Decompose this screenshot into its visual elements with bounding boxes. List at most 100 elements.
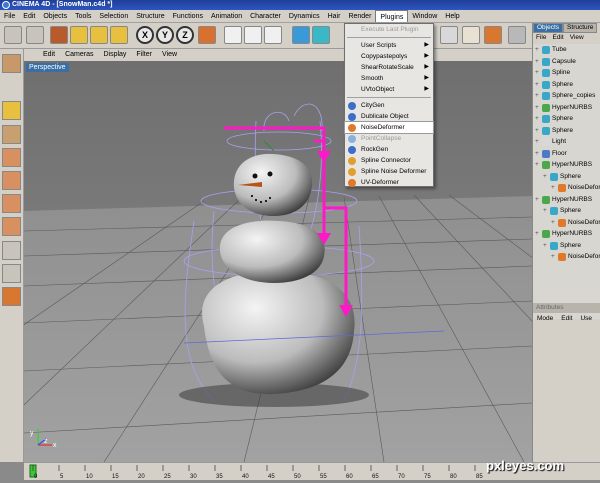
- object-list-item[interactable]: + NoiseDeformer: [533, 251, 600, 263]
- expand-toggle-icon[interactable]: +: [543, 240, 547, 252]
- scale-tool-icon[interactable]: [90, 26, 108, 44]
- plugins-item-user-scripts[interactable]: User Scripts ▶: [345, 40, 433, 51]
- plugins-item-pointcollapse[interactable]: PointCollapse: [345, 133, 433, 144]
- expand-toggle-icon[interactable]: +: [535, 56, 539, 68]
- object-list-item[interactable]: + HyperNURBS: [533, 102, 600, 114]
- expand-toggle-icon[interactable]: +: [551, 251, 555, 263]
- expand-toggle-icon[interactable]: +: [535, 148, 539, 160]
- object-list-item[interactable]: + Sphere: [533, 205, 600, 217]
- plugins-item-spline-connector[interactable]: Spline Connector: [345, 155, 433, 166]
- object-list-item[interactable]: + NoiseDeformer: [533, 217, 600, 229]
- coordinate-system-icon[interactable]: [198, 26, 216, 44]
- viewport-menu-cameras[interactable]: Cameras: [60, 49, 98, 61]
- object-list-item[interactable]: + Sphere: [533, 125, 600, 137]
- expand-toggle-icon[interactable]: +: [535, 194, 539, 206]
- tab-structure[interactable]: Structure: [563, 23, 598, 33]
- polygons-tool-icon[interactable]: [2, 194, 21, 213]
- viewport-camera-label[interactable]: Perspective: [26, 63, 69, 72]
- plugins-item-noisedeformer[interactable]: NoiseDeformer: [344, 121, 434, 134]
- object-list-item[interactable]: + HyperNURBS: [533, 159, 600, 171]
- menu-objects[interactable]: Objects: [39, 10, 71, 22]
- edges-tool-icon[interactable]: [2, 171, 21, 190]
- menu-file[interactable]: File: [0, 10, 19, 22]
- render-settings-icon[interactable]: [264, 26, 282, 44]
- scene-icon[interactable]: [462, 26, 480, 44]
- y-axis-toggle[interactable]: Y: [156, 26, 174, 44]
- menu-edit[interactable]: Edit: [19, 10, 39, 22]
- attr-menu-use[interactable]: Use: [576, 313, 596, 324]
- viewport-menu-edit[interactable]: Edit: [38, 49, 60, 61]
- menu-window[interactable]: Window: [408, 10, 441, 22]
- menu-animation[interactable]: Animation: [207, 10, 246, 22]
- obj-menu-edit[interactable]: Edit: [549, 33, 566, 43]
- perspective-viewport[interactable]: y x z Perspective: [24, 61, 532, 462]
- obj-menu-view[interactable]: View: [567, 33, 587, 43]
- menu-character[interactable]: Character: [246, 10, 285, 22]
- attr-menu-edit[interactable]: Edit: [557, 313, 576, 324]
- render-picture-viewer-icon[interactable]: [244, 26, 262, 44]
- viewport-menu-filter[interactable]: Filter: [131, 49, 157, 61]
- animation-tool-icon[interactable]: [2, 217, 21, 236]
- plugins-item-rockgen[interactable]: RockGen: [345, 144, 433, 155]
- live-selection-icon[interactable]: [50, 26, 68, 44]
- object-list-item[interactable]: + Capsule: [533, 56, 600, 68]
- menu-dynamics[interactable]: Dynamics: [285, 10, 324, 22]
- redo-icon[interactable]: [26, 26, 44, 44]
- obj-menu-file[interactable]: File: [533, 33, 549, 43]
- object-list-item[interactable]: + HyperNURBS: [533, 194, 600, 206]
- expand-toggle-icon[interactable]: +: [535, 67, 539, 79]
- render-view-icon[interactable]: [224, 26, 242, 44]
- object-list-item[interactable]: + Sphere: [533, 171, 600, 183]
- points-tool-icon[interactable]: [2, 148, 21, 167]
- expand-toggle-icon[interactable]: +: [535, 79, 539, 91]
- object-list-item[interactable]: + NoiseDeformer: [533, 182, 600, 194]
- plugins-item-spline-noise-deformer[interactable]: Spline Noise Deformer: [345, 166, 433, 177]
- plugins-item-shearrotatescale[interactable]: ShearRotateScale ▶: [345, 62, 433, 73]
- plugins-item-uvtoobject[interactable]: UVtoObject ▶: [345, 84, 433, 95]
- expand-toggle-icon[interactable]: +: [535, 113, 539, 125]
- snap-tool-icon[interactable]: [2, 241, 21, 260]
- expand-toggle-icon[interactable]: +: [535, 90, 539, 102]
- menu-plugins[interactable]: Plugins: [375, 10, 409, 22]
- object-list-item[interactable]: + Tube: [533, 44, 600, 56]
- object-list-item[interactable]: + HyperNURBS: [533, 228, 600, 240]
- object-list-item[interactable]: + Sphere: [533, 240, 600, 252]
- z-axis-toggle[interactable]: Z: [176, 26, 194, 44]
- object-list-item[interactable]: + Sphere: [533, 79, 600, 91]
- object-list-item[interactable]: + Sphere_copies: [533, 90, 600, 102]
- plugins-item-execute-last-plugin[interactable]: Execute Last Plugin: [345, 24, 433, 35]
- move-tool-icon[interactable]: [70, 26, 88, 44]
- workplane-icon[interactable]: [2, 264, 21, 283]
- expand-toggle-icon[interactable]: +: [535, 102, 539, 114]
- expand-toggle-icon[interactable]: +: [535, 228, 539, 240]
- viewport-menu-view[interactable]: View: [157, 49, 182, 61]
- expand-toggle-icon[interactable]: +: [535, 136, 539, 148]
- expand-toggle-icon[interactable]: +: [551, 217, 555, 229]
- rotate-tool-icon[interactable]: [110, 26, 128, 44]
- expand-toggle-icon[interactable]: +: [543, 171, 547, 183]
- object-list-item[interactable]: + Sphere: [533, 113, 600, 125]
- object-list-item[interactable]: + Spline: [533, 67, 600, 79]
- expand-toggle-icon[interactable]: +: [543, 205, 547, 217]
- menu-structure[interactable]: Structure: [132, 10, 168, 22]
- x-axis-toggle[interactable]: X: [136, 26, 154, 44]
- plugins-item-citygen[interactable]: CityGen: [345, 100, 433, 111]
- cube-primitive-icon[interactable]: [292, 26, 310, 44]
- attr-menu-mode[interactable]: Mode: [533, 313, 557, 324]
- deformer-icon[interactable]: [508, 26, 526, 44]
- expand-toggle-icon[interactable]: +: [535, 44, 539, 56]
- menu-selection[interactable]: Selection: [95, 10, 132, 22]
- camera-icon[interactable]: [484, 26, 502, 44]
- light-icon[interactable]: [440, 26, 458, 44]
- plugins-item-copypastepolys[interactable]: Copypastepolys ▶: [345, 51, 433, 62]
- expand-toggle-icon[interactable]: +: [535, 125, 539, 137]
- menu-hair[interactable]: Hair: [324, 10, 345, 22]
- menu-help[interactable]: Help: [441, 10, 463, 22]
- object-axis-tool-icon[interactable]: [2, 101, 21, 120]
- menu-functions[interactable]: Functions: [169, 10, 207, 22]
- viewport-menu-display[interactable]: Display: [98, 49, 131, 61]
- sculpt-tool-icon[interactable]: [2, 287, 21, 306]
- expand-toggle-icon[interactable]: +: [551, 182, 555, 194]
- plugins-item-uv-deformer[interactable]: UV-Deformer: [345, 177, 433, 188]
- object-list-item[interactable]: + Floor: [533, 148, 600, 160]
